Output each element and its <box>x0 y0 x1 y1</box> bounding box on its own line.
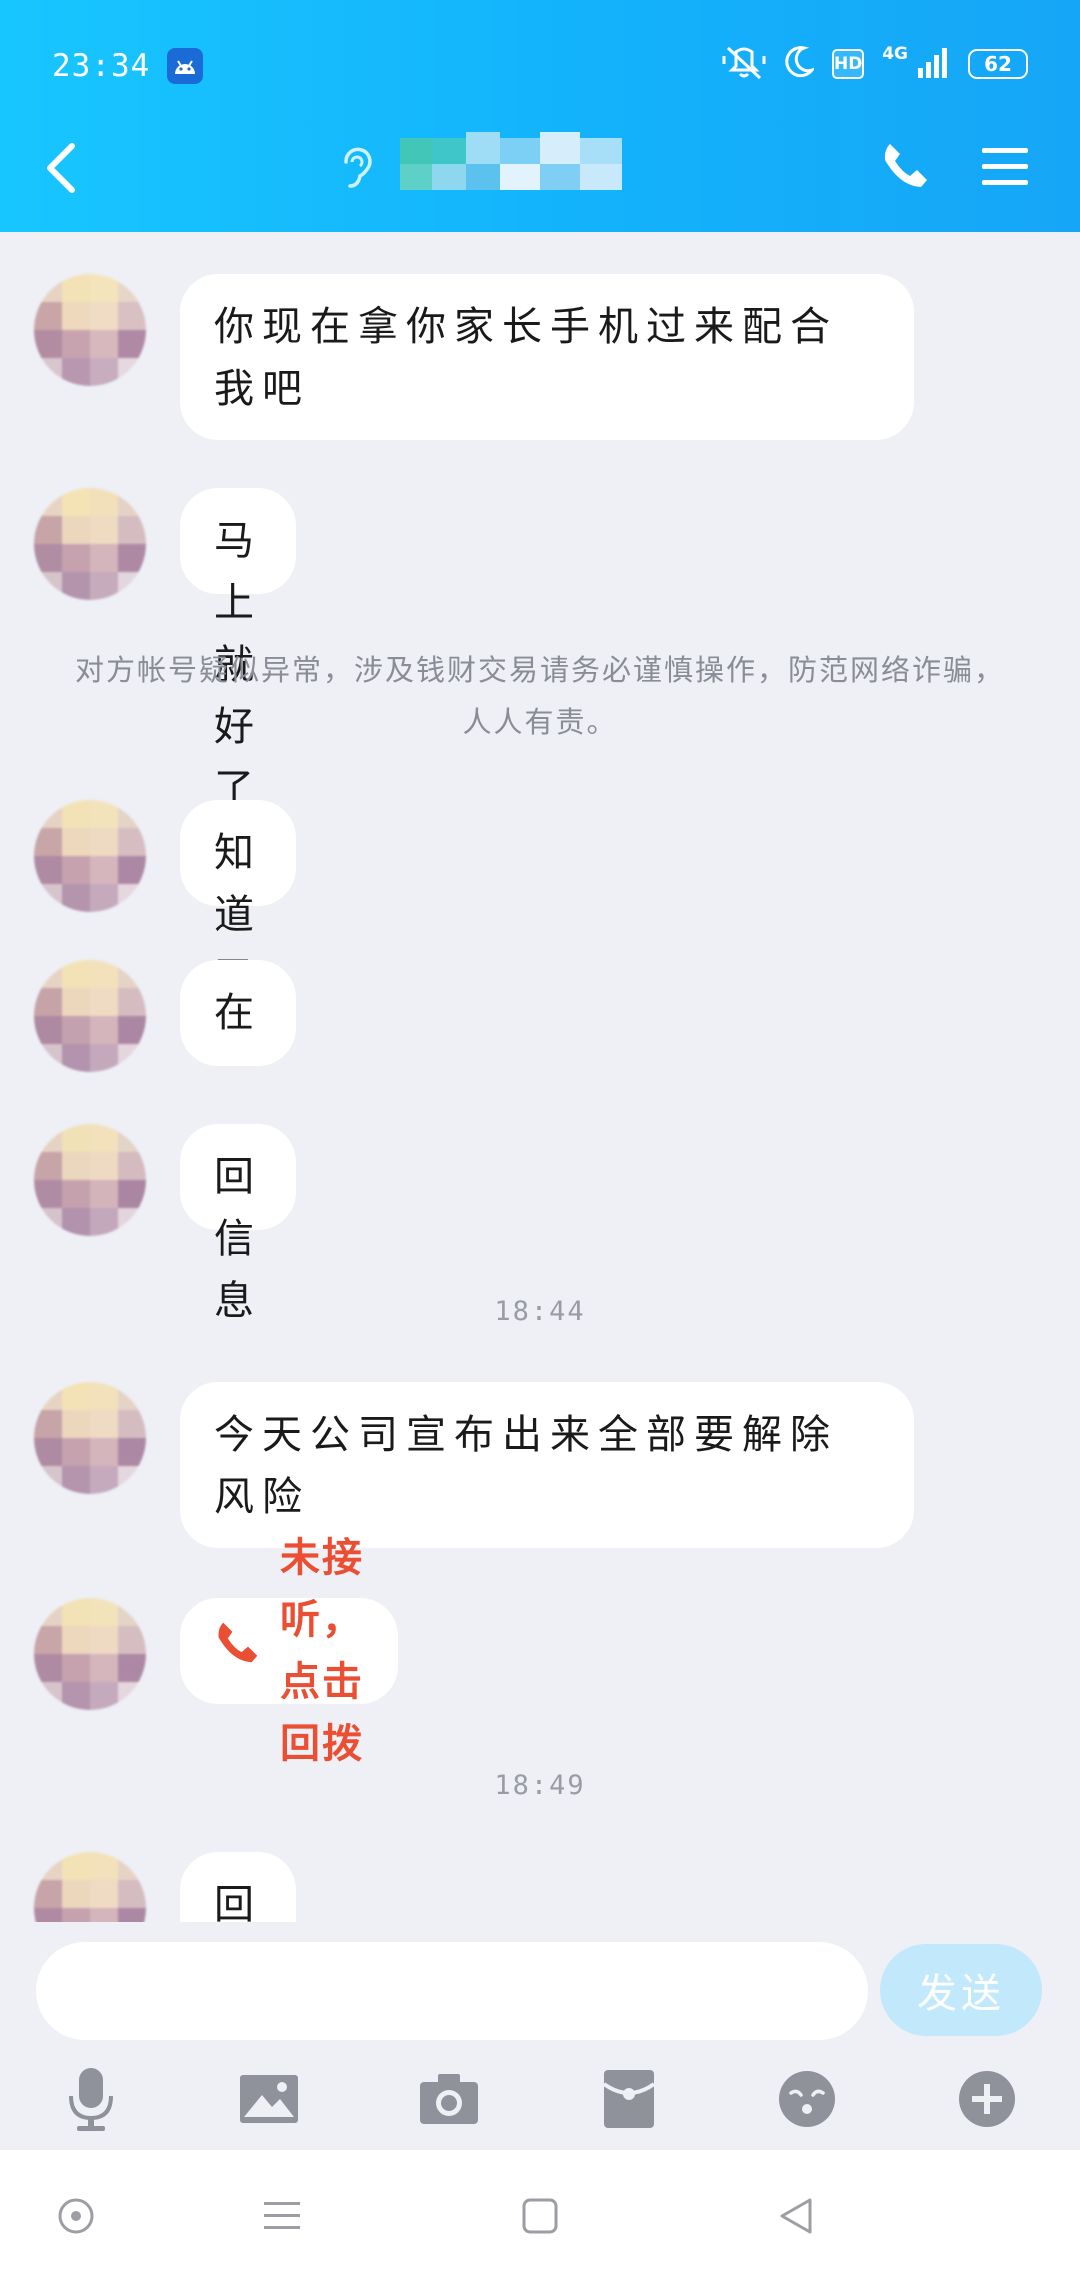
message-list[interactable]: 你现在拿你家长手机过来配合我吧 马上就好了 对方帐号疑似异常，涉及钱财交易请务必… <box>0 232 1080 1922</box>
red-packet-icon[interactable] <box>594 2064 664 2134</box>
avatar[interactable] <box>34 960 146 1072</box>
message-bubble[interactable]: 回信息 <box>180 1124 296 1324</box>
composer-toolbar <box>0 2064 1080 2144</box>
avatar[interactable] <box>34 1598 146 1710</box>
voice-call-icon[interactable] <box>880 140 930 190</box>
message-input[interactable] <box>36 1942 868 2040</box>
avatar[interactable] <box>34 1124 146 1236</box>
message-bubble[interactable]: 马上就好了 <box>180 488 296 812</box>
timestamp: 18:44 <box>494 1296 586 1327</box>
home-icon[interactable] <box>512 2188 568 2244</box>
assistant-icon[interactable] <box>48 2188 104 2244</box>
emoji-icon[interactable] <box>772 2064 842 2134</box>
menu-icon[interactable] <box>980 144 1030 188</box>
microphone-icon[interactable] <box>56 2064 126 2134</box>
mute-bell-icon <box>722 44 766 84</box>
avatar[interactable] <box>34 1382 146 1494</box>
contact-name-pixelated[interactable] <box>400 132 630 196</box>
send-button[interactable]: 发送 <box>880 1944 1042 2036</box>
message-bubble[interactable]: 你现在拿你家长手机过来配合我吧 <box>180 274 914 440</box>
message-bubble[interactable]: 今天公司宣布出来全部要解除风险 <box>180 1382 914 1548</box>
back-arrow-icon[interactable] <box>42 140 82 196</box>
missed-call-label: 未接听，点击回拨 <box>280 1535 364 1767</box>
avatar[interactable] <box>34 800 146 912</box>
timestamp: 18:49 <box>494 1770 586 1801</box>
fraud-warning-notice: 对方帐号疑似异常，涉及钱财交易请务必谨慎操作，防范网络诈骗，人人有责。 <box>74 653 1005 739</box>
moon-icon <box>784 46 817 82</box>
missed-call-phone-icon <box>214 1619 280 1683</box>
composer: 发送 <box>0 1922 1080 2150</box>
message-bubble[interactable]: 回个信息 <box>180 1852 296 1922</box>
network-type: 4G <box>882 44 908 64</box>
message-bubble[interactable]: 在 <box>180 960 296 1066</box>
android-notification-icon <box>167 48 203 84</box>
image-icon[interactable] <box>234 2064 304 2134</box>
mosaic-censor <box>400 132 622 190</box>
status-bar: 23:34 HD 4G 62 <box>0 30 1080 100</box>
back-triangle-icon[interactable] <box>768 2188 824 2244</box>
message-bubble[interactable]: 知道了吗 <box>180 800 296 1062</box>
earpiece-mode-icon[interactable] <box>338 146 374 190</box>
signal-icon <box>916 46 950 82</box>
status-time: 23:34 <box>52 48 151 84</box>
status-indicators: HD 4G 62 <box>722 42 1028 86</box>
plus-icon[interactable] <box>952 2064 1022 2134</box>
chat-header: 23:34 HD 4G 62 <box>0 0 1080 232</box>
missed-call-bubble[interactable]: 未接听，点击回拨 <box>180 1535 398 1767</box>
battery-indicator: 62 <box>968 49 1028 79</box>
hd-badge: HD <box>832 49 865 79</box>
avatar[interactable] <box>34 1852 146 1922</box>
system-navigation-bar <box>0 2150 1080 2280</box>
camera-icon[interactable] <box>414 2064 484 2134</box>
recent-apps-icon[interactable] <box>254 2188 310 2244</box>
avatar[interactable] <box>34 274 146 386</box>
avatar[interactable] <box>34 488 146 600</box>
title-bar <box>0 110 1080 220</box>
